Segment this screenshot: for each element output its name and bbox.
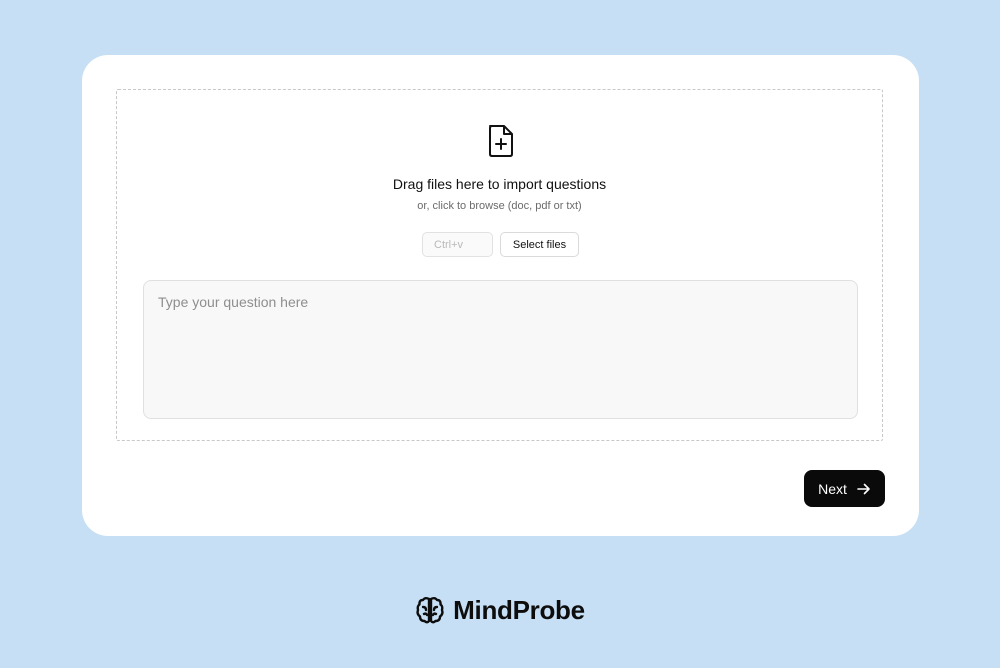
- paste-button[interactable]: Ctrl+v: [422, 232, 493, 257]
- arrow-right-icon: [857, 483, 870, 494]
- upload-buttons: Ctrl+v Select files: [422, 232, 579, 257]
- brand-name: MindProbe: [453, 594, 585, 625]
- file-plus-icon: [489, 125, 513, 157]
- dropzone-subtitle: or, click to browse (doc, pdf or txt): [417, 200, 582, 212]
- brain-icon: [416, 597, 444, 624]
- question-input[interactable]: [143, 280, 858, 419]
- brand-footer: MindProbe: [0, 592, 1000, 628]
- file-dropzone[interactable]: Drag files here to import questions or, …: [116, 89, 883, 441]
- next-button-label: Next: [818, 480, 847, 497]
- next-button[interactable]: Next: [804, 470, 885, 507]
- import-card: Drag files here to import questions or, …: [82, 55, 919, 536]
- dropzone-title: Drag files here to import questions: [392, 176, 607, 192]
- select-files-button[interactable]: Select files: [500, 232, 579, 257]
